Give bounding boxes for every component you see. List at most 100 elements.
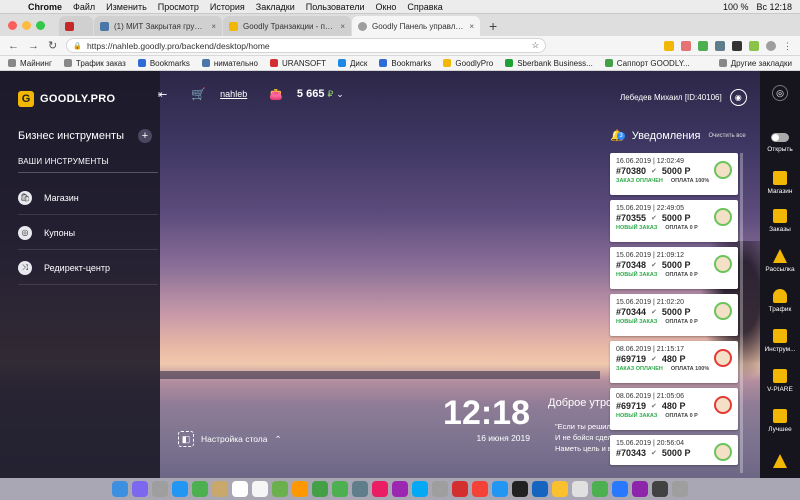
notification-card[interactable]: 15.06.2019 | 21:02:20 #70344 ✔ 5000 Р НОВЫ… (610, 294, 738, 336)
forward-button[interactable]: → (28, 40, 39, 52)
rightbar-traffic[interactable]: Трафик (760, 289, 800, 313)
open-toggle[interactable]: Открыть (760, 133, 800, 153)
clear-all-link[interactable]: Очистить все (708, 133, 745, 139)
bookmark-item[interactable]: GoodlyPro (443, 59, 493, 68)
launchpad-icon[interactable] (152, 481, 168, 497)
app-icon[interactable] (192, 481, 208, 497)
account-info[interactable]: Лебедев Михаил [ID:40106] ◉ (620, 89, 747, 106)
sidebar-item-shop[interactable]: 🛍 Магазин (18, 181, 158, 215)
minimize-window-button[interactable] (22, 20, 31, 30)
tab-goodly-transactions[interactable]: Goodly Транзакции - просмот × (223, 16, 351, 36)
settings-icon[interactable] (432, 481, 448, 497)
wallet-icon[interactable]: 👛 (269, 88, 283, 101)
notification-card[interactable]: 08.06.2019 | 21:05:06 #69719 ✔ 480 Р НОВЫЙ… (610, 388, 738, 430)
tab-pinned[interactable] (59, 16, 93, 36)
bookmark-item[interactable]: Sberbank Business... (505, 59, 593, 68)
app-icon[interactable] (352, 481, 368, 497)
app-icon[interactable] (512, 481, 528, 497)
app-icon[interactable] (592, 481, 608, 497)
skype-icon[interactable] (492, 481, 508, 497)
app-icon[interactable] (532, 481, 548, 497)
menu-window[interactable]: Окно (375, 2, 396, 12)
close-tab-icon[interactable]: × (340, 22, 345, 31)
bookmark-item[interactable]: Bookmarks (379, 59, 431, 68)
back-button[interactable]: ← (8, 40, 19, 52)
balance[interactable]: 5 665 ₽ ⌄ (297, 88, 344, 100)
menubar-clock[interactable]: Вс 12:18 (756, 2, 792, 12)
bookmark-item[interactable]: нимательно (201, 59, 258, 68)
rightbar-shop[interactable]: Магазин (760, 171, 800, 195)
notes-icon[interactable] (212, 481, 228, 497)
rightbar-more[interactable] (760, 454, 800, 471)
finder-icon[interactable] (112, 481, 128, 497)
notification-card[interactable]: 15.06.2019 | 22:49:05 #70355 ✔ 5000 Р НОВЫ… (610, 200, 738, 242)
tab-vk-group[interactable]: (1) МИТ Закрытая группа × (94, 16, 222, 36)
bookmark-item[interactable]: Диск (337, 59, 367, 68)
sidebar-item-redirect[interactable]: ⤨ Редирект-центр (18, 251, 158, 285)
toggle-switch[interactable] (771, 133, 789, 142)
appstore-icon[interactable] (412, 481, 428, 497)
rightbar-orders[interactable]: Заказы (760, 209, 800, 233)
reload-button[interactable]: ↻ (48, 39, 57, 52)
app-icon[interactable] (652, 481, 668, 497)
reminders-icon[interactable] (252, 481, 268, 497)
notification-card[interactable]: 08.06.2019 | 21:15:17 #69719 ✔ 480 Р ЗАКАЗ… (610, 341, 738, 383)
close-tab-icon[interactable]: × (211, 22, 216, 31)
bookmark-item[interactable]: Трафик заказ (63, 59, 126, 68)
star-icon[interactable]: ☆ (532, 40, 540, 51)
calendar-icon[interactable] (232, 481, 248, 497)
notification-card[interactable]: 15.06.2019 | 21:09:12 #70348 ✔ 5000 Р НОВЫ… (610, 247, 738, 289)
bookmark-item[interactable]: Bookmarks (137, 59, 190, 68)
rightbar-vpiare[interactable]: V-PIARE (760, 369, 800, 393)
menu-file[interactable]: Файл (73, 2, 95, 12)
close-window-button[interactable] (8, 20, 17, 30)
battery-status[interactable]: 100 % (723, 2, 749, 12)
logo[interactable]: G GOODLY.PRO (18, 91, 115, 107)
extension-icon[interactable] (698, 40, 708, 51)
cart-icon[interactable]: 🛒 (191, 87, 206, 101)
rightbar-mailing[interactable]: Рассылка (760, 249, 800, 273)
viber-icon[interactable] (632, 481, 648, 497)
chrome-icon[interactable] (472, 481, 488, 497)
bell-icon[interactable]: 🔔 3 (610, 129, 625, 142)
fingerprint-icon[interactable]: ◉ (729, 89, 747, 106)
tab-goodly-dashboard[interactable]: Goodly Панель управления × (352, 16, 480, 36)
menu-history[interactable]: История (210, 2, 245, 12)
bookmark-item[interactable]: Саппорт GOODLY... (604, 59, 690, 68)
trash-icon[interactable] (672, 481, 688, 497)
rightbar-tools[interactable]: Инструм... (760, 329, 800, 353)
add-tool-button[interactable]: + (138, 129, 152, 143)
new-tab-button[interactable]: + (481, 16, 505, 36)
menu-help[interactable]: Справка (407, 2, 442, 12)
facetime-icon[interactable] (332, 481, 348, 497)
music-icon[interactable] (372, 481, 388, 497)
maps-icon[interactable] (272, 481, 288, 497)
menu-bookmarks[interactable]: Закладки (256, 2, 295, 12)
photos-icon[interactable] (292, 481, 308, 497)
app-icon[interactable] (552, 481, 568, 497)
menu-view[interactable]: Просмотр (158, 2, 199, 12)
extension-icon[interactable] (681, 40, 691, 51)
app-icon[interactable] (452, 481, 468, 497)
avatar[interactable] (766, 40, 776, 51)
url-text[interactable]: https://nahleb.goodly.pro/backend/deskto… (87, 41, 270, 51)
menu-dots-icon[interactable]: ⋮ (783, 41, 792, 51)
app-icon[interactable] (572, 481, 588, 497)
notification-card[interactable]: 16.06.2019 | 12:02:49 #70380 ✔ 5000 Р ЗАКА… (610, 153, 738, 195)
menu-chrome[interactable]: Chrome (28, 2, 62, 12)
extension-icon[interactable] (749, 40, 759, 51)
menu-users[interactable]: Пользователи (306, 2, 365, 12)
desktop-settings[interactable]: ◧ Настройка стола ⌃ (178, 431, 282, 447)
notifications-scrollbar[interactable] (740, 153, 743, 473)
bookmark-item[interactable]: URANSOFT (269, 59, 326, 68)
maximize-window-button[interactable] (36, 20, 45, 30)
url-field[interactable]: 🔒 https://nahleb.goodly.pro/backend/desk… (66, 38, 547, 53)
safari-icon[interactable] (172, 481, 188, 497)
siri-icon[interactable] (132, 481, 148, 497)
extension-icon[interactable] (715, 40, 725, 51)
extension-icon[interactable] (732, 40, 742, 51)
podcasts-icon[interactable] (392, 481, 408, 497)
username-link[interactable]: nahleb (220, 89, 247, 99)
rightbar-best[interactable]: Лучшее (760, 409, 800, 433)
fingerprint-icon[interactable]: ◎ (772, 85, 788, 101)
